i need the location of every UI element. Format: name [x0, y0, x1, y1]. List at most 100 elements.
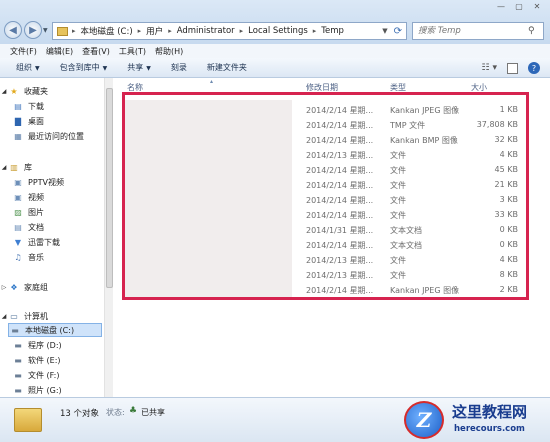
- table-row[interactable]: 2014/2/14 星期... 文件 21 KB: [113, 179, 550, 194]
- chevron-right-icon[interactable]: ▸: [168, 27, 172, 35]
- breadcrumb-local-settings[interactable]: Local Settings: [248, 26, 308, 36]
- file-size: 45 KB: [494, 165, 518, 174]
- column-size[interactable]: 大小: [471, 82, 487, 96]
- file-size: 0 KB: [499, 225, 518, 234]
- minimize-icon[interactable]: —: [494, 2, 508, 11]
- chevron-right-icon[interactable]: ▸: [240, 27, 244, 35]
- caret-down-icon: ▼: [146, 65, 151, 72]
- nav-scrollbar[interactable]: [104, 78, 113, 397]
- menu-file[interactable]: 文件(F): [10, 46, 37, 57]
- menu-edit[interactable]: 编辑(E): [46, 46, 73, 57]
- nav-homegroup[interactable]: ▷ ❖ 家庭组: [0, 280, 48, 294]
- nav-pptv[interactable]: ▣ PPTV视频: [12, 175, 64, 189]
- nav-drive-c[interactable]: ▬ 本地磁盘 (C:): [8, 323, 102, 337]
- file-size: 4 KB: [499, 150, 518, 159]
- new-folder-button[interactable]: 新建文件夹: [207, 62, 247, 73]
- nav-drive-d[interactable]: ▬ 程序 (D:): [12, 338, 61, 352]
- maximize-icon[interactable]: ▢: [512, 2, 526, 11]
- breadcrumb-administrator[interactable]: Administrator: [177, 26, 235, 36]
- menu-view[interactable]: 查看(V): [82, 46, 110, 57]
- nav-libraries[interactable]: ◢ ▥ 库: [0, 160, 32, 174]
- breadcrumb-users[interactable]: 用户: [146, 25, 163, 37]
- chevron-right-icon[interactable]: ▸: [138, 27, 142, 35]
- watermark-logo-letter: Z: [416, 408, 432, 432]
- nav-computer[interactable]: ◢ ▭ 计算机: [0, 309, 48, 323]
- include-in-library-button[interactable]: 包含到库中 ▼: [60, 62, 108, 73]
- nav-downloads[interactable]: ▤ 下载: [12, 99, 44, 113]
- search-box[interactable]: ⚲: [412, 22, 544, 40]
- file-size: 2 KB: [499, 285, 518, 294]
- search-icon[interactable]: ⚲: [528, 26, 535, 36]
- nav-videos[interactable]: ▣ 视频: [12, 190, 44, 204]
- address-dropdown-icon[interactable]: ▼: [382, 27, 387, 35]
- burn-button[interactable]: 刻录: [171, 62, 187, 73]
- table-row[interactable]: 2014/2/13 星期... 文件 4 KB: [113, 254, 550, 269]
- nav-drive-f[interactable]: ▬ 文件 (F:): [12, 368, 59, 382]
- drive-icon: ▬: [11, 325, 19, 335]
- close-icon[interactable]: ✕: [530, 2, 544, 11]
- nav-videos-label: 视频: [28, 192, 44, 202]
- menu-help[interactable]: 帮助(H): [155, 46, 183, 57]
- file-size: 3 KB: [499, 195, 518, 204]
- file-type: Kankan BMP 图像: [390, 136, 458, 145]
- file-size: 1 KB: [499, 105, 518, 114]
- table-row[interactable]: 2014/2/14 星期... TMP 文件 37,808 KB: [113, 119, 550, 134]
- breadcrumb-temp[interactable]: Temp: [321, 26, 344, 36]
- share-button[interactable]: 共享 ▼: [127, 62, 151, 73]
- table-row[interactable]: 2014/2/14 星期... Kankan JPEG 图像 1 KB: [113, 104, 550, 119]
- table-row[interactable]: 2014/2/13 星期... 文件 8 KB: [113, 269, 550, 284]
- table-row[interactable]: 2014/2/14 星期... 文件 45 KB: [113, 164, 550, 179]
- menu-tools[interactable]: 工具(T): [119, 46, 146, 57]
- file-size: 0 KB: [499, 240, 518, 249]
- expand-arrow-icon[interactable]: ◢: [0, 164, 8, 171]
- preview-pane-icon[interactable]: [507, 62, 518, 74]
- nav-favorites[interactable]: ◢ ★ 收藏夹: [0, 84, 48, 98]
- nav-drive-g[interactable]: ▬ 照片 (G:): [12, 383, 61, 397]
- expand-arrow-icon[interactable]: ◢: [0, 313, 8, 320]
- breadcrumb-drive-c[interactable]: 本地磁盘 (C:): [81, 25, 133, 37]
- chevron-right-icon[interactable]: ▸: [313, 27, 317, 35]
- column-date[interactable]: 修改日期: [306, 82, 338, 96]
- expand-arrow-icon[interactable]: ▷: [0, 284, 8, 291]
- homegroup-icon: ❖: [10, 282, 18, 292]
- address-bar[interactable]: ▸ 本地磁盘 (C:) ▸ 用户 ▸ Administrator ▸ Local…: [52, 22, 407, 40]
- nav-drive-e[interactable]: ▬ 软件 (E:): [12, 353, 60, 367]
- file-date: 2014/2/14 星期...: [306, 181, 374, 190]
- file-size: 33 KB: [494, 210, 518, 219]
- table-row[interactable]: 2014/2/14 星期... 文本文档 0 KB: [113, 239, 550, 254]
- library-icon: ▥: [10, 162, 18, 172]
- nav-documents[interactable]: ▤ 文档: [12, 220, 44, 234]
- view-options-icon[interactable]: ☷ ▾: [482, 63, 497, 73]
- history-dropdown-icon[interactable]: ▼: [43, 27, 48, 34]
- download-folder-icon: ▤: [14, 101, 22, 111]
- refresh-icon[interactable]: ⟳: [394, 26, 402, 37]
- nav-scrollbar-thumb[interactable]: [106, 88, 113, 288]
- table-row[interactable]: 2014/2/13 星期... 文件 4 KB: [113, 149, 550, 164]
- file-date: 2014/2/14 星期...: [306, 166, 374, 175]
- nav-recent[interactable]: ▦ 最近访问的位置: [12, 129, 84, 143]
- nav-music[interactable]: ♫ 音乐: [12, 250, 44, 264]
- table-row[interactable]: 2014/2/14 星期... Kankan JPEG 图像 2 KB: [113, 284, 550, 299]
- chevron-right-icon[interactable]: ▸: [72, 27, 76, 35]
- table-row[interactable]: 2014/2/14 星期... Kankan BMP 图像 32 KB: [113, 134, 550, 149]
- column-name[interactable]: 名称: [127, 82, 143, 96]
- file-type: Kankan JPEG 图像: [390, 286, 460, 295]
- file-size: 21 KB: [494, 180, 518, 189]
- help-icon[interactable]: ?: [528, 62, 540, 74]
- nav-pictures[interactable]: ▨ 图片: [12, 205, 44, 219]
- back-button[interactable]: ◀: [4, 21, 22, 39]
- table-row[interactable]: 2014/2/14 星期... 文件 3 KB: [113, 194, 550, 209]
- column-type[interactable]: 类型: [390, 82, 406, 96]
- table-row[interactable]: 2014/2/14 星期... 文件 33 KB: [113, 209, 550, 224]
- nav-thunder[interactable]: ▼ 迅雷下载: [12, 235, 60, 249]
- nav-desktop-label: 桌面: [28, 116, 44, 126]
- expand-arrow-icon[interactable]: ◢: [0, 88, 8, 95]
- search-input[interactable]: [418, 26, 528, 36]
- nav-desktop[interactable]: ▇ 桌面: [12, 114, 44, 128]
- music-icon: ♫: [14, 252, 22, 262]
- organize-button[interactable]: 组织 ▼: [16, 62, 40, 73]
- table-row[interactable]: 2014/1/31 星期... 文本文档 0 KB: [113, 224, 550, 239]
- state-label: 状态:: [106, 408, 125, 417]
- forward-button[interactable]: ▶: [24, 21, 42, 39]
- arrow-right-icon: ▶: [29, 24, 37, 36]
